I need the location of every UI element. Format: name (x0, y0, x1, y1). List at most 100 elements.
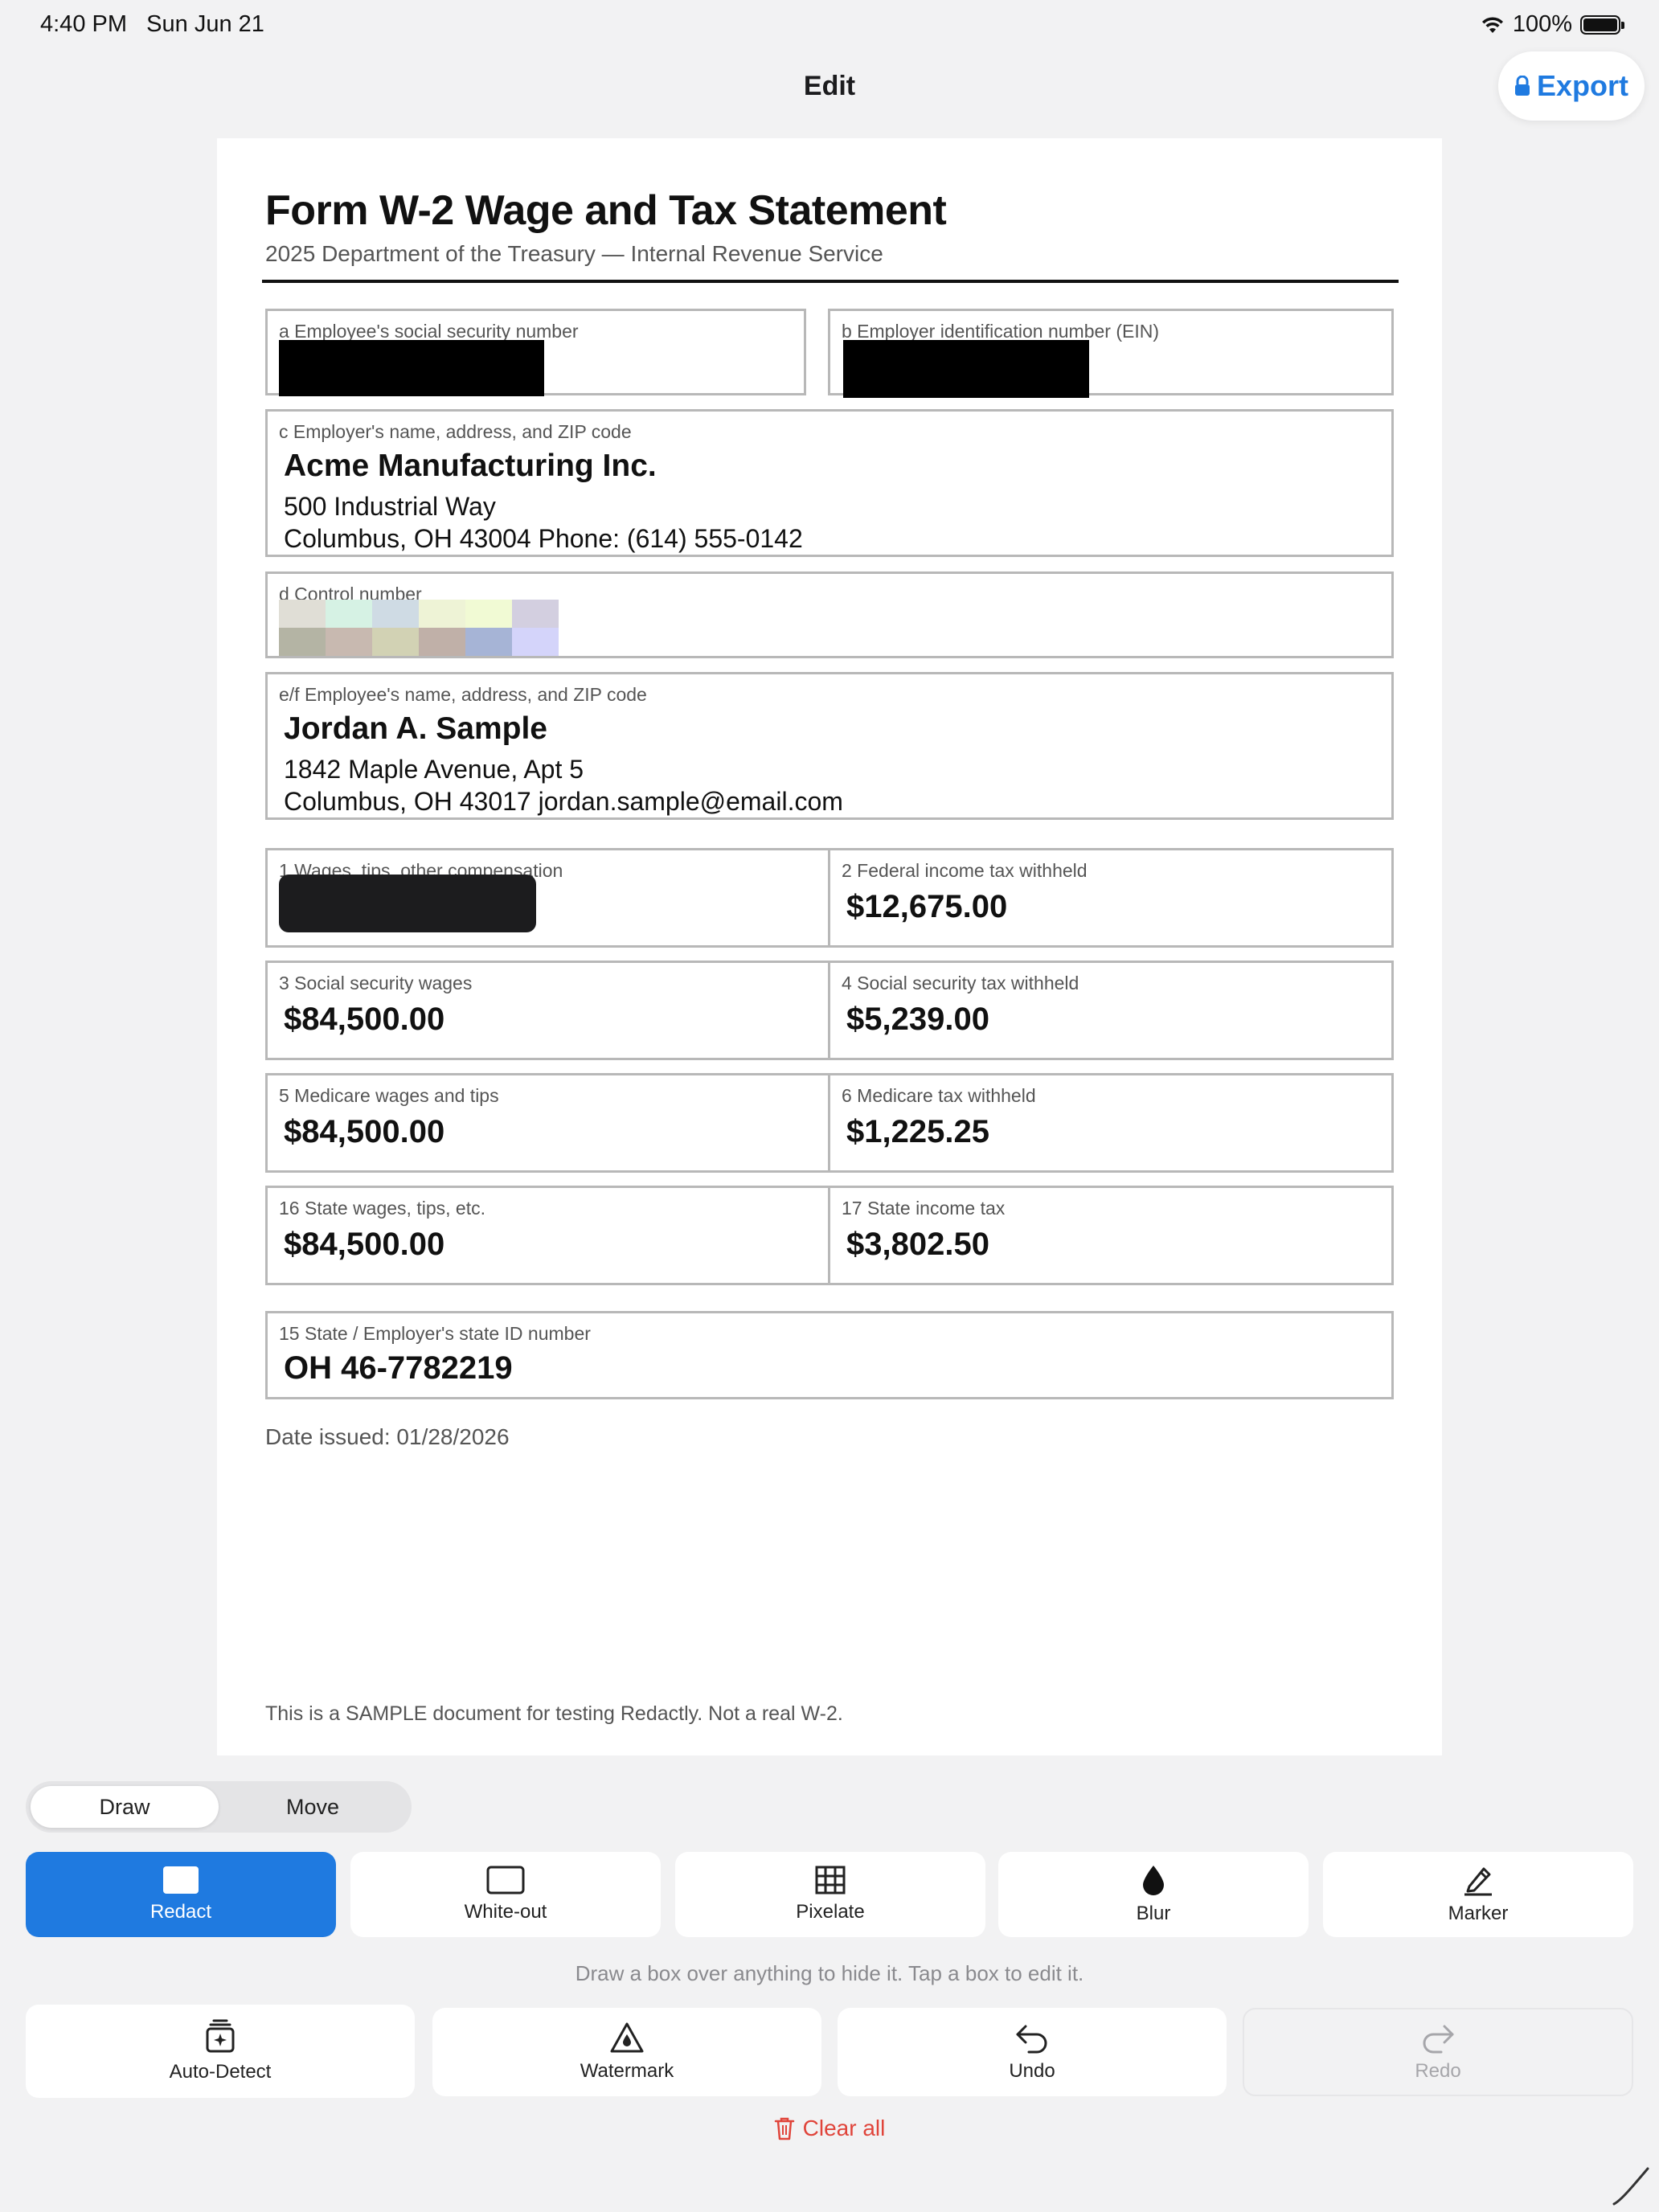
mode-draw-option[interactable]: Draw (31, 1786, 219, 1828)
sparkle-stack-icon (206, 2019, 235, 2053)
status-date: Sun Jun 21 (146, 11, 264, 37)
employer-address-line2: Columbus, OH 43004 Phone: (614) 555-0142 (284, 524, 803, 553)
box-3-ss-wages: 3 Social security wages $84,500.00 (265, 961, 830, 1060)
box-c-label: c Employer's name, address, and ZIP code (279, 421, 632, 442)
box-b-label: b Employer identification number (EIN) (842, 321, 1159, 342)
pixel-cell (512, 628, 559, 656)
box-5-medicare-wages: 5 Medicare wages and tips $84,500.00 (265, 1073, 830, 1173)
title-divider (262, 280, 1399, 283)
pixel-cell (465, 600, 512, 628)
battery-icon (1580, 14, 1624, 35)
sample-disclaimer: This is a SAMPLE document for testing Re… (265, 1702, 843, 1725)
highlighter-icon (1464, 1867, 1492, 1896)
box-16-state-wages: 16 State wages, tips, etc. $84,500.00 (265, 1186, 830, 1285)
box-16-value: $84,500.00 (284, 1227, 445, 1262)
box-c-employer: c Employer's name, address, and ZIP code… (265, 409, 1394, 557)
box-6-label: 6 Medicare tax withheld (842, 1085, 1036, 1106)
employer-address-line1: 500 Industrial Way (284, 492, 496, 521)
mode-segmented-control: Draw Move (26, 1781, 412, 1833)
redo-button[interactable]: Redo (1243, 2008, 1633, 2096)
box-15-value: OH 46-7782219 (284, 1350, 513, 1386)
box-5-label: 5 Medicare wages and tips (279, 1085, 499, 1106)
filled-rectangle-icon (163, 1866, 199, 1894)
box-d-control-number: d Control number (265, 571, 1394, 658)
battery-percent: 100% (1512, 11, 1572, 37)
box-4-ss-tax: 4 Social security tax withheld $5,239.00 (828, 961, 1394, 1060)
tool-blur-label: Blur (1136, 1903, 1171, 1924)
employee-address-line2: Columbus, OH 43017 jordan.sample@email.c… (284, 787, 843, 816)
redo-arrow-icon (1423, 2025, 1454, 2054)
pixel-cell (419, 628, 465, 656)
redo-label: Redo (1415, 2060, 1461, 2082)
grid-icon (815, 1866, 846, 1895)
trash-icon (774, 2117, 794, 2140)
clear-all-label: Clear all (802, 2116, 886, 2140)
box-3-value: $84,500.00 (284, 1002, 445, 1037)
watermark-label: Watermark (580, 2060, 674, 2082)
tool-pixelate-label: Pixelate (796, 1901, 865, 1923)
page-title: Edit (803, 71, 856, 101)
clear-all-button[interactable]: Clear all (0, 2116, 1659, 2141)
pixelate-box-control-number[interactable] (279, 600, 559, 656)
watermark-drop-icon (610, 2022, 644, 2053)
mode-move-option[interactable]: Move (219, 1786, 407, 1828)
watermark-button[interactable]: Watermark (432, 2008, 821, 2096)
wifi-icon (1481, 16, 1503, 33)
tool-redact[interactable]: Redact (26, 1852, 336, 1937)
box-17-label: 17 State income tax (842, 1198, 1006, 1219)
tool-pixelate[interactable]: Pixelate (675, 1852, 985, 1937)
pixel-cell (419, 600, 465, 628)
document-subtitle: 2025 Department of the Treasury — Intern… (265, 241, 883, 266)
box-ef-employee: e/f Employee's name, address, and ZIP co… (265, 672, 1394, 820)
box-5-value: $84,500.00 (284, 1114, 445, 1149)
tool-whiteout-label: White-out (464, 1901, 547, 1923)
employee-address-line1: 1842 Maple Avenue, Apt 5 (284, 755, 584, 784)
export-button[interactable]: Export (1498, 51, 1645, 121)
tool-hint: Draw a box over anything to hide it. Tap… (575, 1961, 1084, 1985)
redaction-box-ein[interactable] (843, 340, 1089, 398)
date-issued: Date issued: 01/28/2026 (265, 1424, 510, 1449)
pixel-cell (326, 600, 372, 628)
undo-arrow-icon (1016, 2025, 1047, 2054)
auto-detect-label: Auto-Detect (169, 2061, 272, 2083)
box-16-label: 16 State wages, tips, etc. (279, 1198, 485, 1219)
tool-marker-label: Marker (1448, 1903, 1509, 1924)
undo-label: Undo (1009, 2060, 1055, 2082)
lock-icon (1514, 76, 1530, 96)
box-b-ein: b Employer identification number (EIN) (828, 309, 1394, 398)
pixel-cell (465, 628, 512, 656)
redaction-box-wages[interactable] (279, 875, 536, 932)
tool-marker[interactable]: Marker (1323, 1852, 1633, 1937)
status-time: 4:40 PM (40, 11, 127, 37)
box-17-value: $3,802.50 (846, 1227, 989, 1262)
pixel-cell (372, 628, 419, 656)
auto-detect-button[interactable]: Auto-Detect (26, 2005, 415, 2098)
pixel-cell (372, 600, 419, 628)
pencil-hover-icon (1612, 2167, 1649, 2206)
undo-button[interactable]: Undo (838, 2008, 1227, 2096)
rectangle-outline-icon (486, 1866, 525, 1895)
drop-icon (1143, 1866, 1164, 1895)
box-15-state-id: 15 State / Employer's state ID number OH… (265, 1311, 1394, 1399)
employee-name: Jordan A. Sample (284, 711, 547, 746)
status-bar-indicators: 100% (1481, 11, 1624, 38)
tool-whiteout[interactable]: White-out (350, 1852, 661, 1937)
box-a-label: a Employee's social security number (279, 321, 579, 342)
box-1-wages: 1 Wages, tips, other compensation (265, 848, 830, 948)
box-6-value: $1,225.25 (846, 1114, 989, 1149)
box-17-state-tax: 17 State income tax $3,802.50 (828, 1186, 1394, 1285)
document-title: Form W-2 Wage and Tax Statement (265, 187, 947, 234)
employer-name: Acme Manufacturing Inc. (284, 449, 657, 483)
document-canvas[interactable]: Form W-2 Wage and Tax Statement 2025 Dep… (217, 138, 1442, 1755)
box-4-label: 4 Social security tax withheld (842, 973, 1079, 993)
box-2-value: $12,675.00 (846, 889, 1008, 924)
pixel-cell (279, 628, 326, 656)
tool-redact-label: Redact (150, 1901, 212, 1923)
box-ef-label: e/f Employee's name, address, and ZIP co… (279, 684, 647, 705)
pixel-cell (326, 628, 372, 656)
box-3-label: 3 Social security wages (279, 973, 473, 993)
tool-blur[interactable]: Blur (998, 1852, 1309, 1937)
redaction-box-ssn[interactable] (279, 340, 544, 396)
box-2-label: 2 Federal income tax withheld (842, 860, 1088, 881)
pixel-cell (279, 600, 326, 628)
